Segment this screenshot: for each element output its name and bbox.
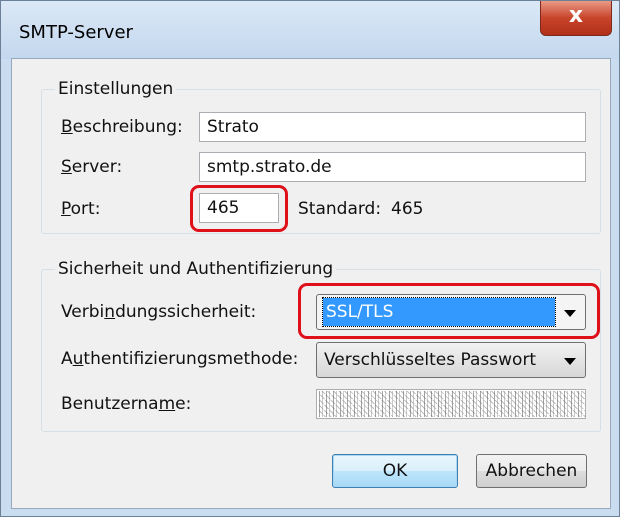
description-label-rest: eschreibung: [72, 117, 183, 137]
description-input[interactable]: Strato [199, 112, 586, 142]
chevron-down-icon [564, 358, 576, 365]
auth-label-accesskey: u [72, 349, 84, 369]
auth-method-value: Verschlüsseltes Passwort [324, 350, 537, 370]
default-port-value: 465 [391, 199, 424, 219]
server-label-rest: erver: [71, 157, 123, 177]
server-label: Server: [61, 157, 122, 177]
port-label: Port: [61, 199, 100, 219]
redacted-username-pixels [319, 391, 585, 417]
title-bar[interactable]: SMTP-Server x [1, 1, 619, 59]
security-legend: Sicherheit und Authentifizierung [55, 259, 337, 279]
username-label-accesskey: m [158, 394, 176, 414]
smtp-server-dialog: SMTP-Server x Einstellungen Beschreibung… [0, 0, 620, 517]
connection-security-label: Verbindungssicherheit: [61, 302, 256, 322]
window-title: SMTP-Server [19, 22, 133, 43]
username-label-rest: e: [175, 394, 192, 414]
username-label-start: Benutzerna [61, 394, 159, 414]
server-input[interactable]: smtp.strato.de [199, 152, 586, 182]
description-label-accesskey: B [61, 117, 73, 137]
connection-label-accesskey: n [104, 302, 116, 322]
port-label-accesskey: P [61, 199, 71, 219]
connection-label-rest: dungssicherheit: [115, 302, 257, 322]
connection-highlight-frame [298, 283, 600, 339]
port-highlight-frame [190, 185, 288, 232]
cancel-button[interactable]: Abbrechen [476, 454, 587, 488]
server-label-accesskey: S [61, 157, 72, 177]
auth-label-start: A [61, 349, 73, 369]
connection-label-start: Verbi [61, 302, 105, 322]
auth-label-rest: thentifizierungsmethode: [83, 349, 299, 369]
auth-method-label: Authentifizierungsmethode: [61, 349, 298, 369]
auth-method-select[interactable]: Verschlüsseltes Passwort [316, 342, 586, 378]
close-button[interactable]: x [540, 1, 612, 36]
port-label-rest: ort: [70, 199, 101, 219]
close-icon: x [568, 3, 584, 28]
description-label: Beschreibung: [61, 117, 183, 137]
ok-button[interactable]: OK [332, 454, 458, 488]
username-label: Benutzername: [61, 394, 191, 414]
settings-legend: Einstellungen [55, 79, 177, 99]
default-port-label: Standard: [298, 199, 382, 219]
